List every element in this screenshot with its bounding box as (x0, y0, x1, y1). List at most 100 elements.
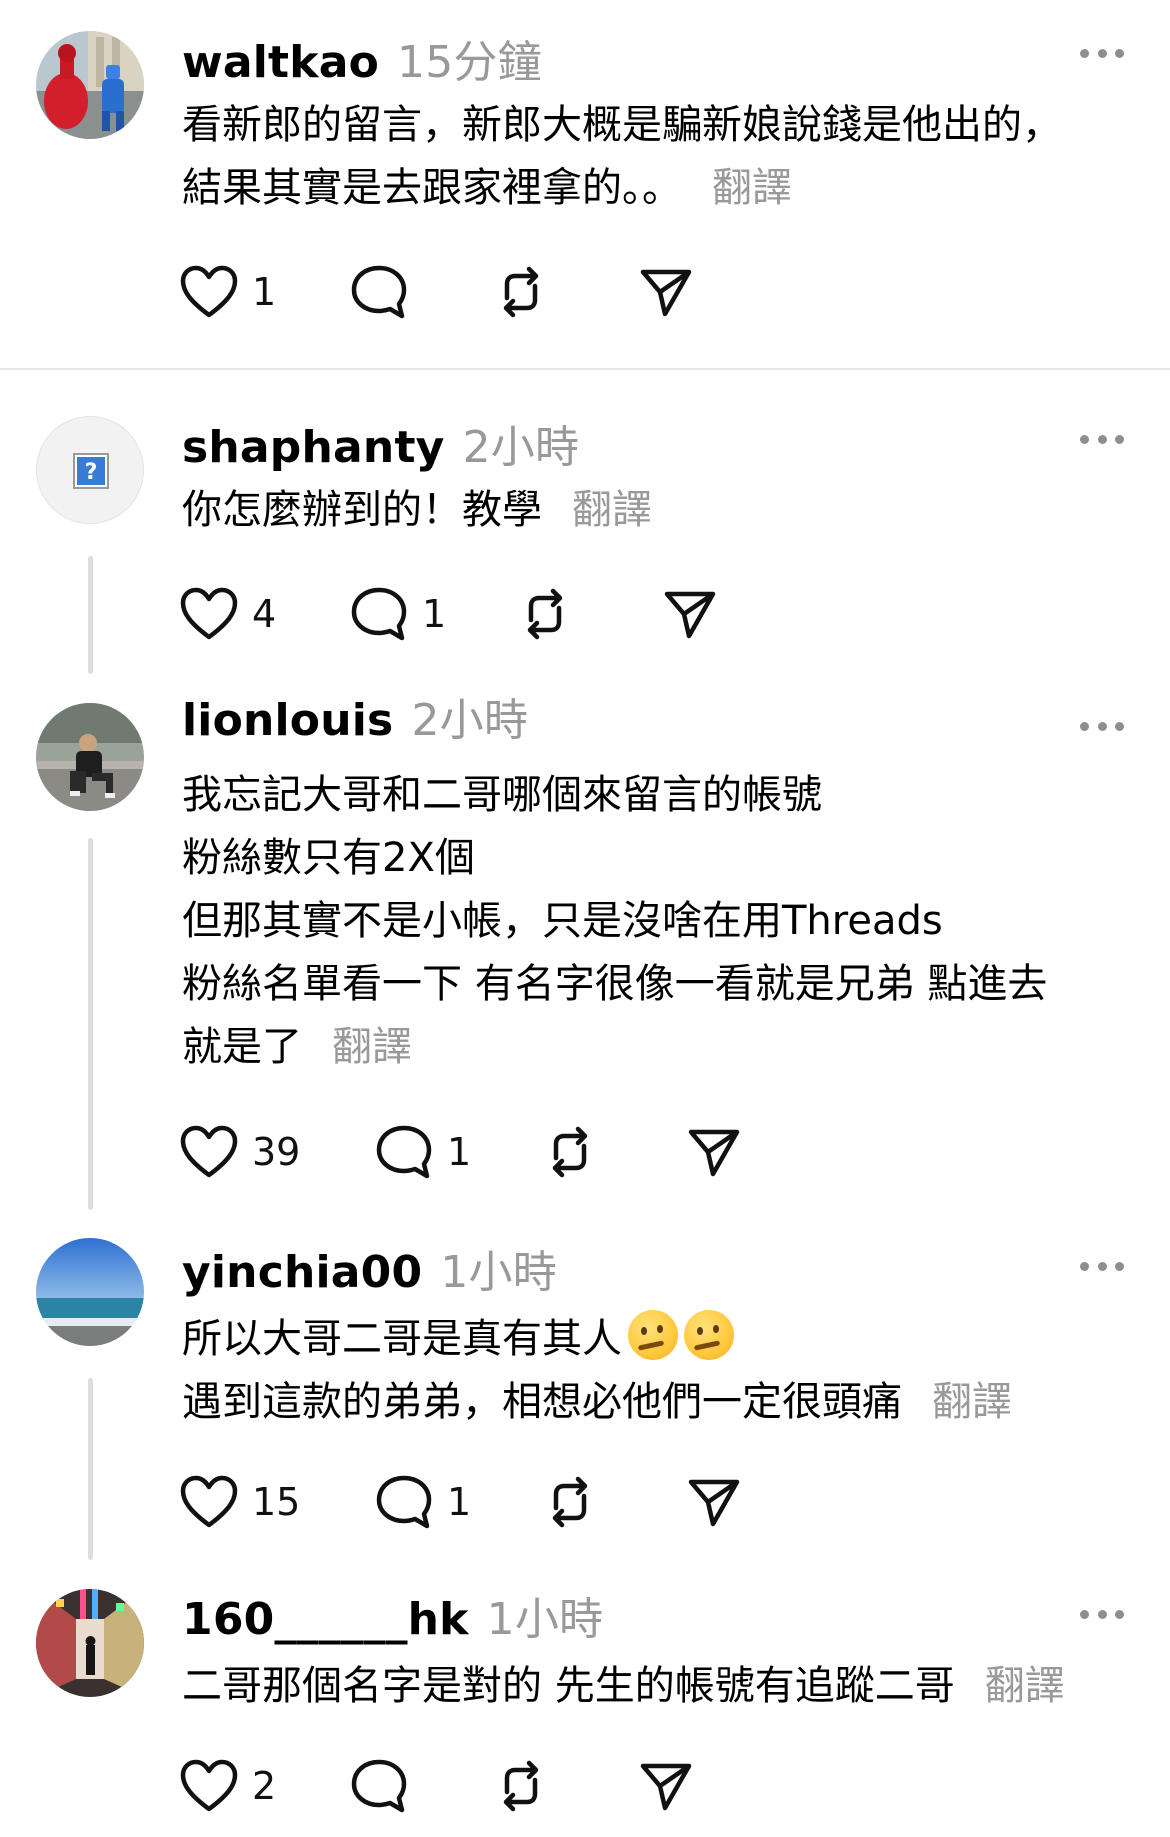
share-button[interactable] (662, 584, 718, 644)
repost-button[interactable] (517, 584, 573, 644)
reply-button[interactable] (350, 262, 422, 322)
username[interactable]: yinchia00 1小時 (182, 1236, 557, 1300)
post-line: 所以大哥二哥是真有其人 (182, 1316, 622, 1362)
post-line: 看新郎的留言，新郎大概是騙新娘說錢是他出的， (182, 102, 1062, 148)
thread-line (88, 556, 93, 674)
username-text[interactable]: waltkao (182, 37, 379, 88)
more-options-icon[interactable] (1080, 1260, 1124, 1272)
repost-button[interactable] (493, 262, 549, 322)
post-waltkao: waltkao 15分鐘 看新郎的留言，新郎大概是騙新娘說錢是他出的， 結果其實是… (0, 0, 1170, 368)
share-button[interactable] (686, 1122, 742, 1182)
repost-icon (552, 1126, 588, 1178)
thread-line (88, 838, 93, 1210)
like-button[interactable]: 1 (180, 262, 276, 322)
send-icon (640, 1763, 692, 1811)
more-options-icon[interactable] (1080, 720, 1124, 732)
timestamp: 2小時 (411, 695, 529, 746)
repost-button[interactable] (493, 1756, 549, 1816)
comment-icon (376, 1475, 432, 1529)
avatar[interactable] (36, 1238, 144, 1346)
comment-icon (351, 1759, 407, 1813)
username-text[interactable]: shaphanty (182, 422, 445, 473)
send-icon (640, 269, 692, 317)
like-count: 2 (252, 1764, 277, 1808)
translate-link[interactable]: 翻譯 (932, 1379, 1012, 1425)
thinking-face-emoji (628, 1310, 678, 1360)
more-options-icon[interactable] (1080, 1608, 1124, 1620)
post-line: 二哥那個名字是對的 先生的帳號有追蹤二哥 (182, 1663, 955, 1709)
post-body: 所以大哥二哥是真有其人 遇到這款的弟弟，相想必他們一定很頭痛 翻譯 (182, 1308, 1142, 1434)
timestamp: 15分鐘 (397, 37, 542, 88)
timestamp: 2小時 (462, 422, 580, 473)
translate-link[interactable]: 翻譯 (332, 1024, 412, 1070)
reply-count: 1 (447, 1480, 472, 1524)
like-button[interactable]: 4 (180, 584, 276, 644)
post-shaphanty: ? shaphanty 2小時 你怎麼辦到的！教學 翻譯 4 1 (0, 370, 1170, 674)
avatar[interactable] (36, 31, 144, 139)
post-line: 就是了 (182, 1024, 302, 1070)
more-options-icon[interactable] (1080, 47, 1124, 59)
like-button[interactable]: 15 (180, 1472, 300, 1532)
thread-line (88, 1378, 93, 1560)
comment-icon (351, 587, 407, 641)
avatar[interactable] (36, 703, 144, 811)
timestamp: 1小時 (486, 1594, 604, 1645)
send-icon (688, 1129, 740, 1177)
timestamp: 1小時 (440, 1247, 557, 1298)
comment-icon (351, 265, 407, 319)
share-button[interactable] (686, 1472, 742, 1532)
send-icon (688, 1479, 740, 1527)
like-count: 4 (252, 592, 277, 636)
share-button[interactable] (638, 1756, 694, 1816)
repost-icon (503, 266, 539, 318)
heart-icon (180, 587, 238, 640)
share-button[interactable] (638, 262, 694, 322)
reply-button[interactable]: 1 (350, 584, 446, 644)
avatar[interactable]: ? (36, 416, 144, 524)
repost-icon (527, 588, 563, 640)
post-line: 我忘記大哥和二哥哪個來留言的帳號 (182, 772, 822, 818)
post-line: 粉絲數只有2X個 (182, 835, 475, 881)
translate-link[interactable]: 翻譯 (985, 1663, 1065, 1709)
heart-icon (180, 265, 238, 318)
repost-button[interactable] (542, 1472, 598, 1532)
reply-button[interactable] (350, 1756, 422, 1816)
post-body: 你怎麼辦到的！教學 翻譯 (182, 479, 1142, 542)
repost-button[interactable] (542, 1122, 598, 1182)
reply-button[interactable]: 1 (375, 1472, 471, 1532)
heart-icon (180, 1475, 238, 1528)
heart-icon (180, 1125, 238, 1178)
username[interactable]: waltkao 15分鐘 (182, 26, 542, 90)
post-line: 粉絲名單看一下 有名字很像一看就是兄弟 點進去 (182, 961, 1048, 1007)
like-button[interactable]: 2 (180, 1756, 276, 1816)
username[interactable]: 160______hk 1小時 (182, 1583, 603, 1647)
translate-link[interactable]: 翻譯 (572, 487, 652, 533)
like-count: 15 (252, 1480, 301, 1524)
username[interactable]: shaphanty 2小時 (182, 411, 579, 475)
avatar[interactable] (36, 1589, 144, 1697)
heart-icon (180, 1759, 238, 1812)
post-body: 看新郎的留言，新郎大概是騙新娘說錢是他出的， 結果其實是去跟家裡拿的。。 翻譯 (182, 94, 1142, 220)
broken-image-icon: ? (73, 453, 109, 489)
repost-icon (552, 1476, 588, 1528)
reply-button[interactable]: 1 (375, 1122, 471, 1182)
post-line: 但那其實不是小帳，只是沒啥在用Threads (182, 898, 943, 944)
svg-text:?: ? (85, 460, 98, 485)
post-lionlouis: lionlouis 2小時 我忘記大哥和二哥哪個來留言的帳號 粉絲數只有2X個 但… (0, 670, 1170, 1210)
username[interactable]: lionlouis 2小時 (182, 684, 528, 748)
thinking-face-emoji (684, 1310, 734, 1360)
username-text[interactable]: yinchia00 (182, 1247, 422, 1298)
more-options-icon[interactable] (1080, 433, 1124, 445)
reply-count: 1 (422, 592, 447, 636)
like-count: 39 (252, 1130, 301, 1174)
username-text[interactable]: 160______hk (182, 1594, 469, 1645)
repost-icon (503, 1760, 539, 1812)
post-body: 我忘記大哥和二哥哪個來留言的帳號 粉絲數只有2X個 但那其實不是小帳，只是沒啥在… (182, 764, 1142, 1079)
comment-icon (376, 1125, 432, 1179)
post-yinchia00: yinchia00 1小時 所以大哥二哥是真有其人 遇到這款的弟弟，相想必他們一定… (0, 1210, 1170, 1560)
post-160hk: 160______hk 1小時 二哥那個名字是對的 先生的帳號有追蹤二哥 翻譯 2 (0, 1560, 1170, 1837)
translate-link[interactable]: 翻譯 (712, 165, 792, 211)
username-text[interactable]: lionlouis (182, 695, 393, 746)
post-line: 結果其實是去跟家裡拿的。。 (182, 165, 682, 211)
like-button[interactable]: 39 (180, 1122, 300, 1182)
